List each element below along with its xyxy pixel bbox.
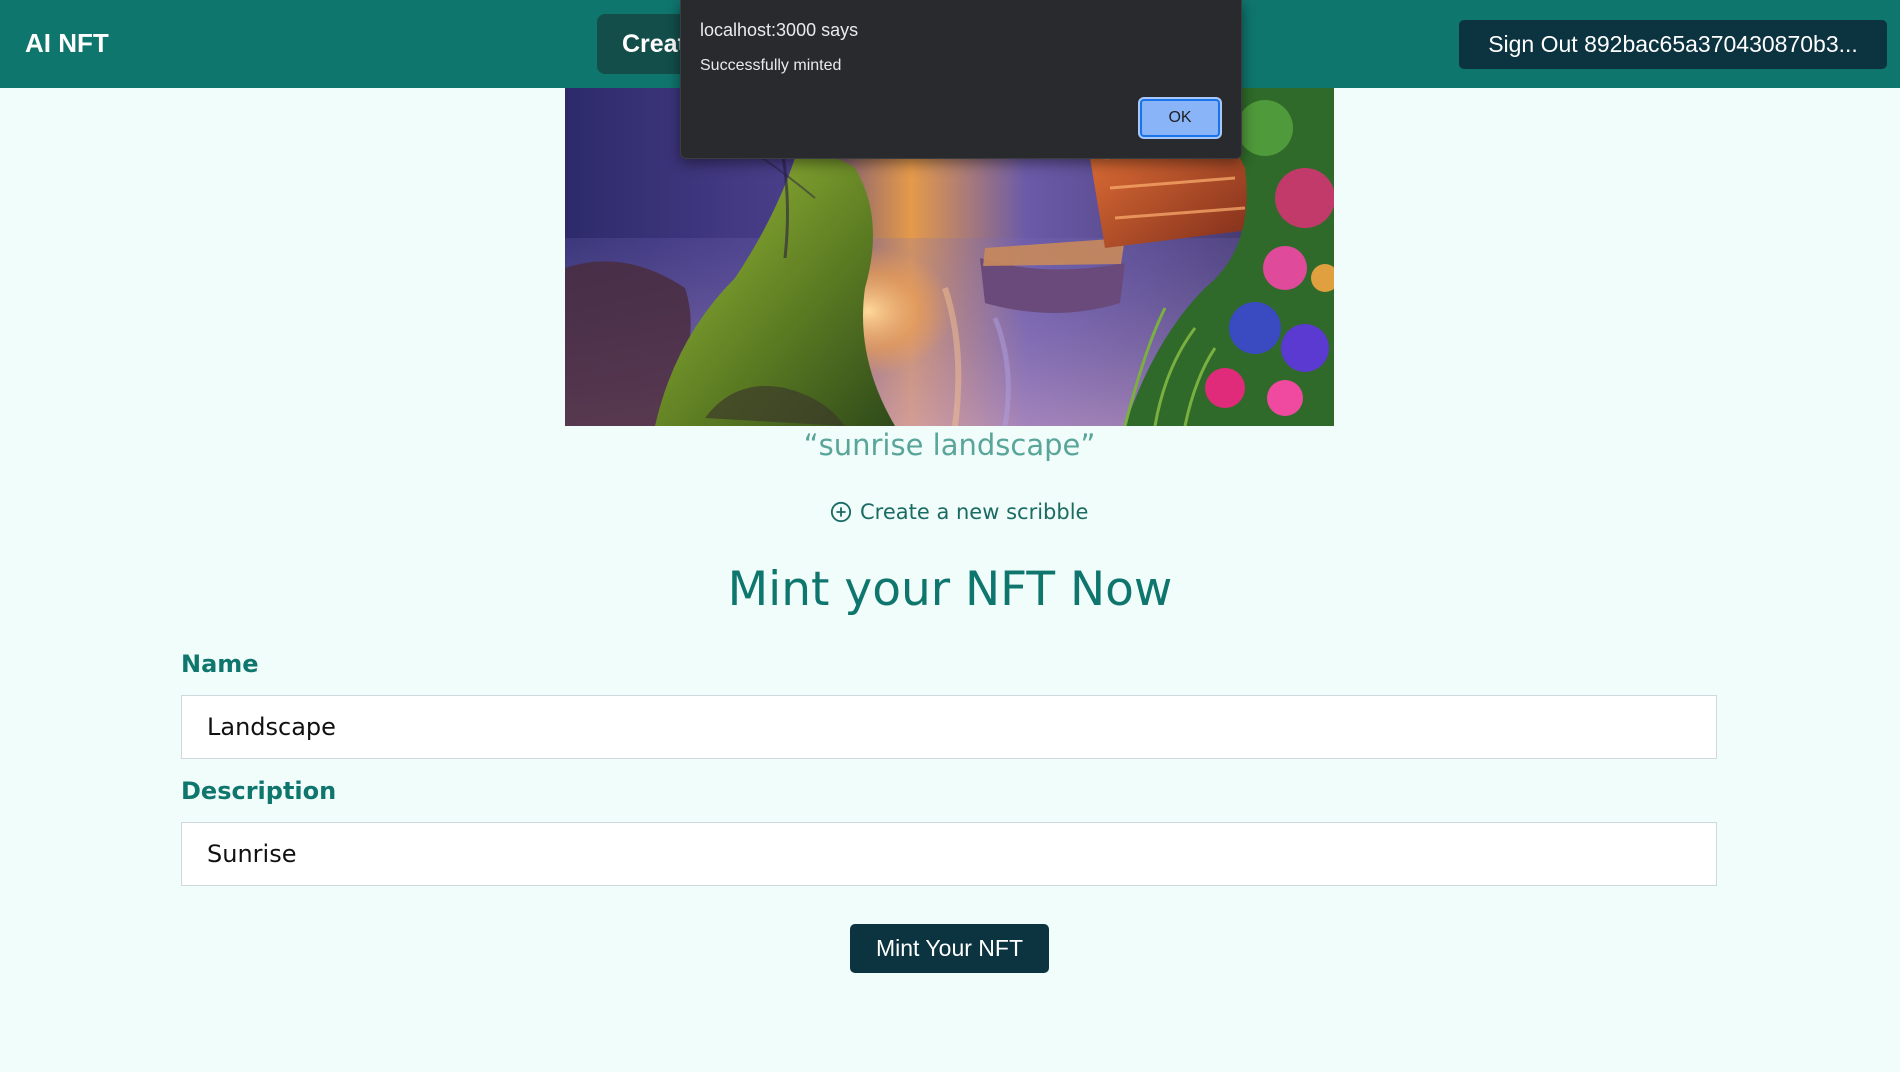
page: AI NFT Create Sign Out 892bac65a37043087…: [0, 0, 1900, 1072]
alert-dialog: localhost:3000 says Successfully minted …: [680, 0, 1242, 159]
create-new-scribble-link[interactable]: Create a new scribble: [830, 496, 1088, 528]
app-logo[interactable]: AI NFT: [25, 28, 109, 59]
description-label: Description: [181, 777, 337, 805]
description-input[interactable]: [181, 822, 1717, 886]
prompt-caption: “sunrise landscape”: [803, 428, 1096, 462]
mint-form-title: Mint your NFT Now: [727, 562, 1173, 617]
alert-message: Successfully minted: [700, 57, 842, 74]
alert-ok-button[interactable]: OK: [1140, 99, 1220, 137]
name-input[interactable]: [181, 695, 1717, 759]
alert-title: localhost:3000 says: [700, 20, 859, 40]
mint-nft-button[interactable]: Mint Your NFT: [850, 924, 1049, 973]
name-label: Name: [181, 650, 259, 678]
create-new-scribble-label: Create a new scribble: [860, 500, 1089, 524]
sign-out-button[interactable]: Sign Out 892bac65a370430870b3...: [1459, 20, 1887, 69]
plus-circle-icon: [830, 501, 852, 523]
